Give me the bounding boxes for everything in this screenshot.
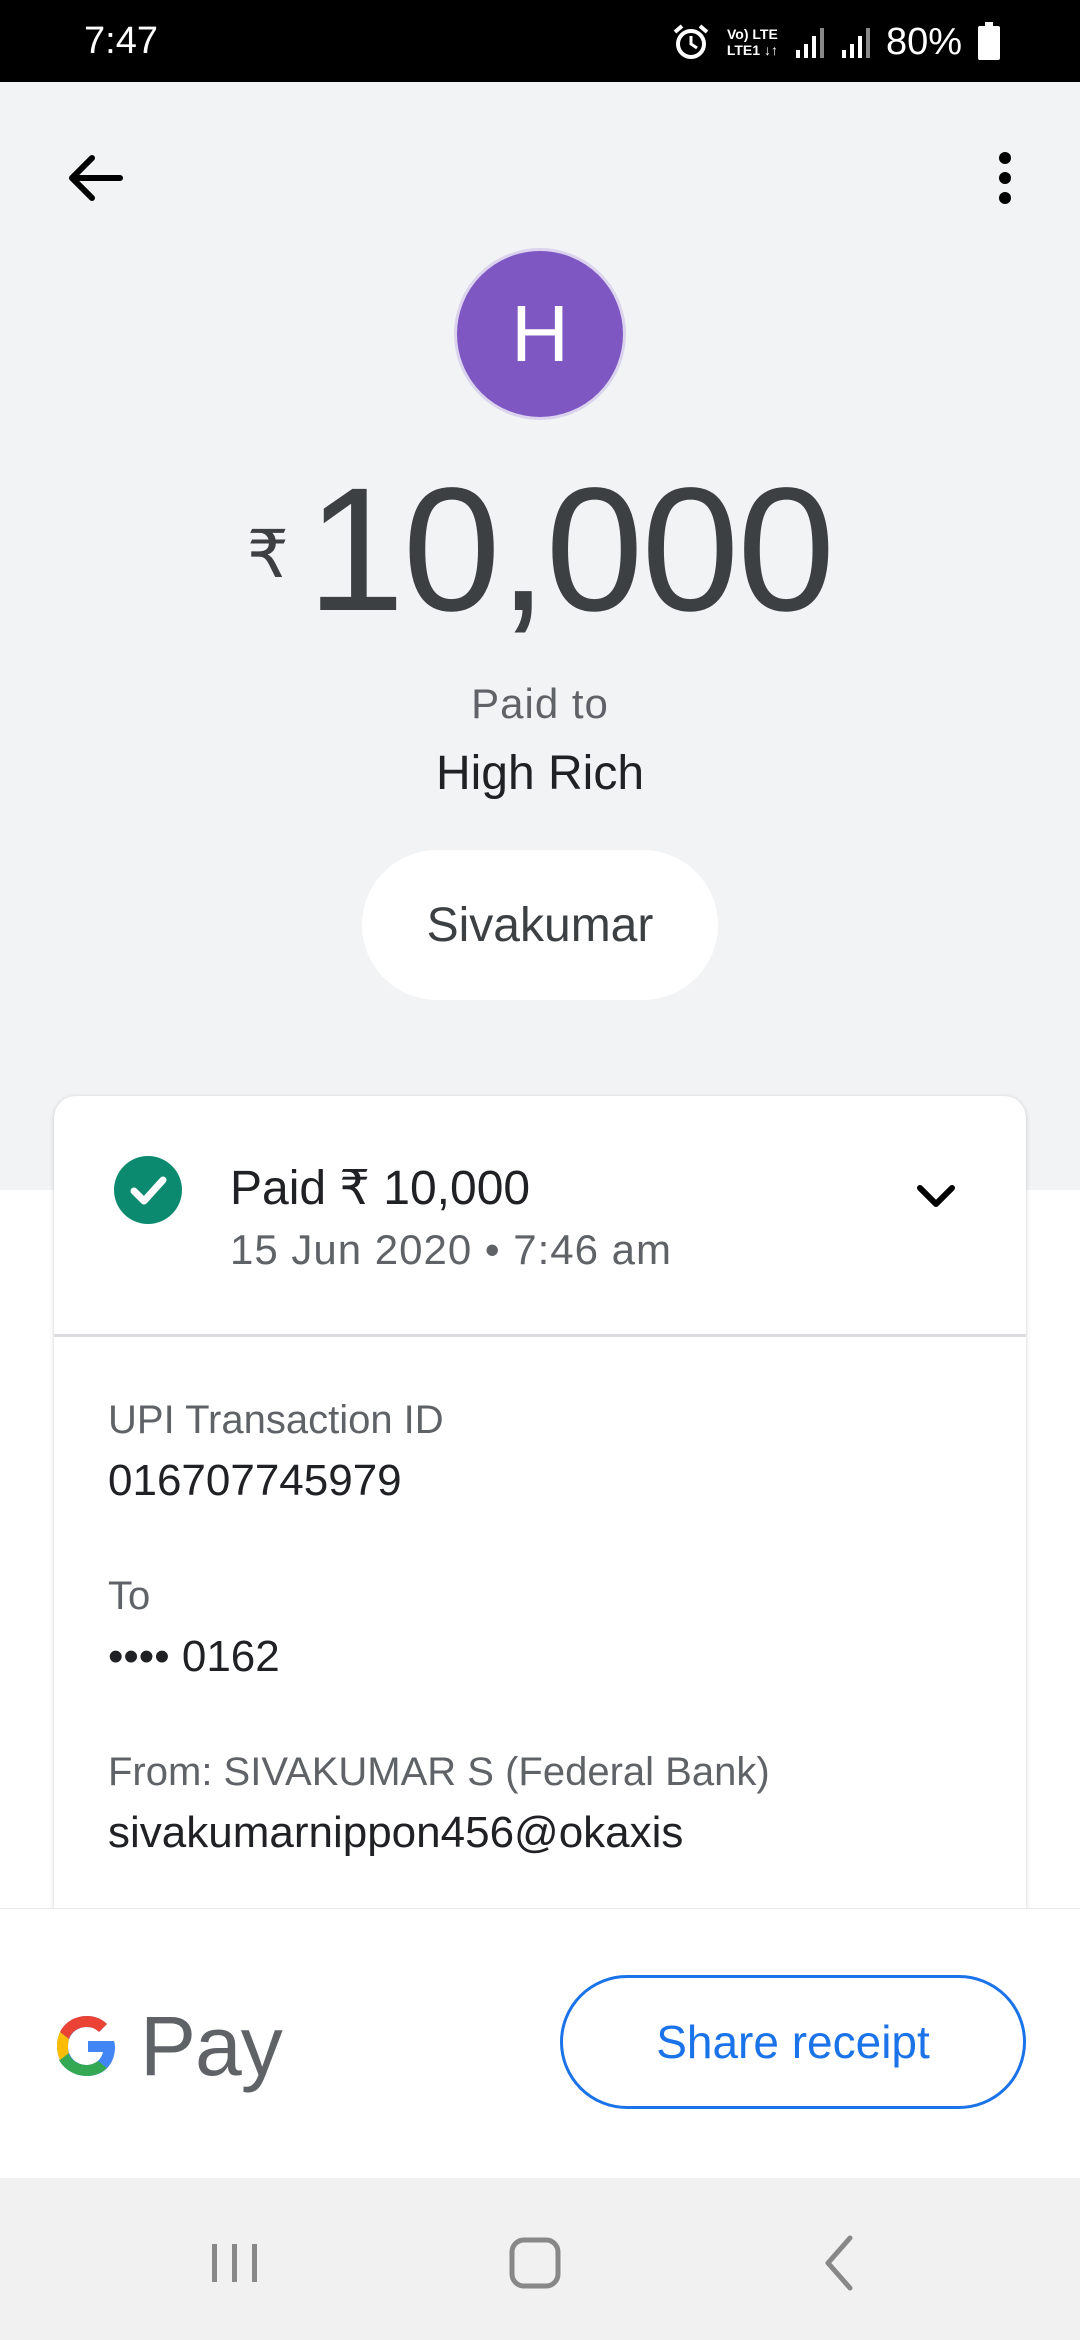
- payee-name: High Rich: [435, 747, 645, 800]
- gpay-logo: Pay: [52, 1999, 283, 2093]
- from-label: From: SIVAKUMAR S (Federal Bank): [108, 1750, 770, 1794]
- payment-status-title: Paid ₹ 10,000: [230, 1162, 531, 1215]
- signal-1-icon: [795, 28, 824, 58]
- alarm-icon: [673, 24, 709, 59]
- more-vert-icon: [999, 152, 1011, 204]
- system-navigation-bar: [0, 2178, 1080, 2340]
- amount-value: 10,000: [306, 452, 835, 648]
- arrow-back-icon: [69, 155, 123, 201]
- gpay-brand-text: Pay: [140, 1998, 283, 2093]
- upi-transaction-id-value: 016707745979: [108, 1456, 402, 1505]
- paid-to-label: Paid to: [471, 680, 609, 727]
- currency-symbol: ₹: [246, 517, 289, 591]
- battery-percentage: 80%: [885, 20, 962, 63]
- recent-apps-button[interactable]: [190, 2218, 280, 2308]
- battery-icon: [978, 22, 1000, 60]
- status-icons: Vo) LTE LTE1 ↓↑ 80%: [671, 18, 1000, 66]
- back-chevron-icon: [825, 2235, 853, 2291]
- chevron-down-icon: [917, 1185, 955, 1207]
- back-nav-button[interactable]: [796, 2218, 886, 2308]
- signal-2-icon: [841, 28, 870, 58]
- sender-chip[interactable]: Sivakumar: [362, 850, 718, 1000]
- to-label: To: [108, 1574, 151, 1618]
- recent-apps-icon: [212, 2244, 257, 2282]
- lte-icon: Vo) LTE LTE1 ↓↑: [726, 26, 778, 58]
- back-button[interactable]: [56, 140, 136, 220]
- payee-avatar: H: [454, 248, 626, 420]
- more-options-button[interactable]: [960, 140, 1040, 220]
- payment-date: 15 Jun 2020 • 7:46 am: [230, 1226, 673, 1273]
- home-button[interactable]: [490, 2218, 580, 2308]
- status-time: 7:47: [84, 20, 158, 62]
- check-circle-icon: [114, 1156, 182, 1224]
- upi-transaction-id-label: UPI Transaction ID: [108, 1398, 444, 1442]
- share-receipt-button[interactable]: Share receipt: [560, 1975, 1026, 2109]
- to-account-value: •••• 0162: [108, 1632, 280, 1681]
- transaction-details-card: Paid ₹ 10,000 15 Jun 2020 • 7:46 am UPI …: [54, 1096, 1026, 2026]
- status-bar: 7:47 Vo) LTE LTE1 ↓↑ 80%: [0, 0, 1080, 82]
- bottom-action-bar: Pay Share receipt: [0, 1908, 1080, 2178]
- home-icon: [509, 2237, 561, 2289]
- payment-status-row[interactable]: Paid ₹ 10,000 15 Jun 2020 • 7:46 am: [54, 1096, 1026, 1336]
- expand-details-button[interactable]: [906, 1166, 966, 1226]
- amount-row: ₹ 10,000: [0, 460, 1080, 640]
- google-g-icon: [57, 2016, 115, 2076]
- gpay-payment-receipt-screen: 7:47 Vo) LTE LTE1 ↓↑ 80% H ₹ 10,000 Paid…: [0, 0, 1080, 2340]
- card-divider: [54, 1334, 1026, 1337]
- from-upi-id-value: sivakumarnippon456@okaxis: [108, 1808, 684, 1857]
